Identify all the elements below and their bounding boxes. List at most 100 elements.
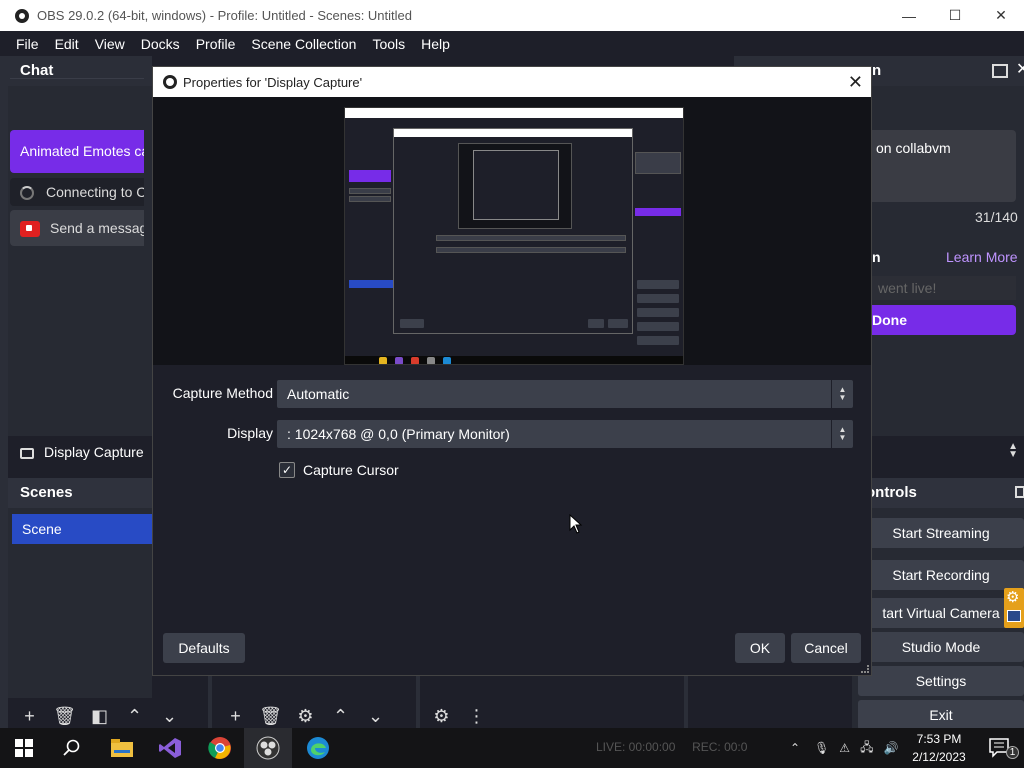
defaults-button[interactable]: Defaults <box>163 633 245 663</box>
mixer-toolbar: ⚙ ⋮ <box>424 702 494 730</box>
taskbar-clock[interactable]: 7:53 PM 2/12/2023 <box>908 730 970 766</box>
float-dock-icon[interactable] <box>992 64 1008 78</box>
gear-icon: ⚙ <box>1006 589 1020 606</box>
start-recording-button[interactable]: Start Recording <box>858 560 1024 590</box>
resize-grip[interactable] <box>861 665 869 673</box>
preview-chat-line <box>349 196 391 202</box>
capture-preview <box>344 107 684 365</box>
volume-icon[interactable]: 🔊 <box>883 741 898 755</box>
chat-divider <box>10 78 144 79</box>
start-virtual-camera-button[interactable]: tart Virtual Camera <box>858 598 1024 628</box>
window-title: OBS 29.0.2 (64-bit, windows) - Profile: … <box>37 8 412 23</box>
toolbar-separator <box>208 676 212 728</box>
source-label: Display Capture <box>44 444 144 460</box>
display-select[interactable]: : 1024x768 @ 0,0 (Primary Monitor) ▲ ▼ <box>277 420 853 448</box>
learn-more-link[interactable]: Learn More <box>946 249 1018 265</box>
move-down-icon[interactable]: ⌄ <box>152 702 187 730</box>
menu-scene-collection[interactable]: Scene Collection <box>243 36 364 52</box>
windows-start-icon[interactable] <box>0 728 48 768</box>
window-titlebar: OBS 29.0.2 (64-bit, windows) - Profile: … <box>0 0 1024 31</box>
connecting-status: Connecting to C <box>10 178 144 206</box>
source-item-display-capture[interactable]: Display Capture <box>8 437 152 467</box>
live-status: LIVE: 00:00:00 <box>596 740 676 754</box>
chat-dock: Chat <box>8 56 152 436</box>
spinner-icon <box>20 186 34 201</box>
connecting-text: Connecting to C <box>46 184 144 200</box>
float-dock-icon[interactable] <box>1015 486 1024 498</box>
preview-select <box>436 235 626 241</box>
animated-emotes-banner[interactable]: Animated Emotes ca <box>10 130 144 173</box>
display-label: Display <box>227 425 273 441</box>
rec-status: REC: 00:0 <box>692 740 748 754</box>
obs-taskbar-icon[interactable] <box>244 728 292 768</box>
dialog-titlebar: Properties for 'Display Capture' ✕ <box>153 67 871 97</box>
send-message-input[interactable]: Send a messag <box>10 210 144 246</box>
show-hidden-icons-icon[interactable]: ⌃ <box>790 741 800 755</box>
notification-badge: 1 <box>1006 746 1019 759</box>
preview-done-button <box>635 208 681 216</box>
right-dropdown[interactable]: ▲ ▼ <box>872 437 1022 467</box>
left-edge <box>0 56 8 728</box>
chrome-icon[interactable] <box>196 728 244 768</box>
edge-icon[interactable] <box>294 728 342 768</box>
source-properties-icon[interactable]: ⚙ <box>288 702 323 730</box>
preview-control-button <box>637 280 679 289</box>
move-up-icon[interactable]: ⌃ <box>323 702 358 730</box>
capture-cursor-label: Capture Cursor <box>303 462 399 478</box>
ok-button[interactable]: OK <box>735 633 785 663</box>
notification-center-icon[interactable]: 1 <box>976 728 1024 768</box>
stream-title-text: on collabvm <box>876 140 951 156</box>
maximize-button[interactable]: ☐ <box>932 0 978 31</box>
remove-source-icon[interactable]: 🗑 <box>253 702 288 730</box>
preview-inner <box>458 143 572 229</box>
toolbar-separator <box>416 676 420 728</box>
advanced-audio-icon[interactable]: ⚙ <box>424 702 459 730</box>
stream-title-input[interactable]: on collabvm <box>872 130 1016 202</box>
preview-chat-line <box>349 188 391 194</box>
microphone-icon[interactable]: 🎙 <box>814 741 829 755</box>
close-button[interactable]: ✕ <box>978 0 1024 31</box>
preview-control-button <box>637 322 679 331</box>
dialog-close-icon[interactable]: ✕ <box>848 72 863 93</box>
file-explorer-icon[interactable] <box>98 728 146 768</box>
close-dock-icon[interactable]: ✕ <box>1016 59 1024 79</box>
menu-profile[interactable]: Profile <box>188 36 244 52</box>
menu-edit[interactable]: Edit <box>47 36 87 52</box>
went-live-input[interactable]: went live! <box>872 276 1016 300</box>
virtual-camera-settings-icon[interactable]: ⚙ <box>1004 588 1024 628</box>
move-down-icon[interactable]: ⌄ <box>358 702 393 730</box>
exit-button[interactable]: Exit <box>858 700 1024 730</box>
display-value: : 1024x768 @ 0,0 (Primary Monitor) <box>287 426 510 442</box>
done-button[interactable]: Done <box>872 305 1016 335</box>
network-icon[interactable]: 🖧 <box>860 738 873 759</box>
studio-mode-button[interactable]: Studio Mode <box>858 632 1024 662</box>
visual-studio-icon[interactable] <box>146 728 194 768</box>
preview-menubar <box>345 118 683 126</box>
capture-method-select[interactable]: Automatic ▲ ▼ <box>277 380 853 408</box>
preview-defaults-button <box>400 319 424 328</box>
add-source-icon[interactable]: + <box>218 702 253 730</box>
preview-dialog-titlebar <box>394 129 632 137</box>
menu-help[interactable]: Help <box>413 36 458 52</box>
more-options-icon[interactable]: ⋮ <box>459 702 494 730</box>
move-up-icon[interactable]: ⌃ <box>117 702 152 730</box>
scenes-dock: Scenes Scene <box>8 478 152 698</box>
scene-filters-icon[interactable]: ◧ <box>82 702 117 730</box>
menu-docks[interactable]: Docks <box>133 36 188 52</box>
cancel-button[interactable]: Cancel <box>791 633 861 663</box>
search-icon[interactable] <box>48 728 96 768</box>
clock-date: 2/12/2023 <box>912 750 966 764</box>
minimize-button[interactable]: — <box>886 0 932 31</box>
settings-button[interactable]: Settings <box>858 666 1024 696</box>
start-streaming-button[interactable]: Start Streaming <box>858 518 1024 548</box>
menu-tools[interactable]: Tools <box>364 36 413 52</box>
menu-view[interactable]: View <box>87 36 133 52</box>
scene-item[interactable]: Scene <box>12 514 152 544</box>
add-scene-icon[interactable]: + <box>12 702 47 730</box>
remove-scene-icon[interactable]: 🗑 <box>47 702 82 730</box>
controls-dock-title: ontrols <box>852 478 1024 508</box>
select-arrows-icon: ▲ ▼ <box>831 420 853 448</box>
menu-file[interactable]: File <box>8 36 47 52</box>
capture-cursor-checkbox[interactable]: ✓ <box>279 462 295 478</box>
security-alert-icon[interactable]: ⚠ <box>839 741 850 755</box>
